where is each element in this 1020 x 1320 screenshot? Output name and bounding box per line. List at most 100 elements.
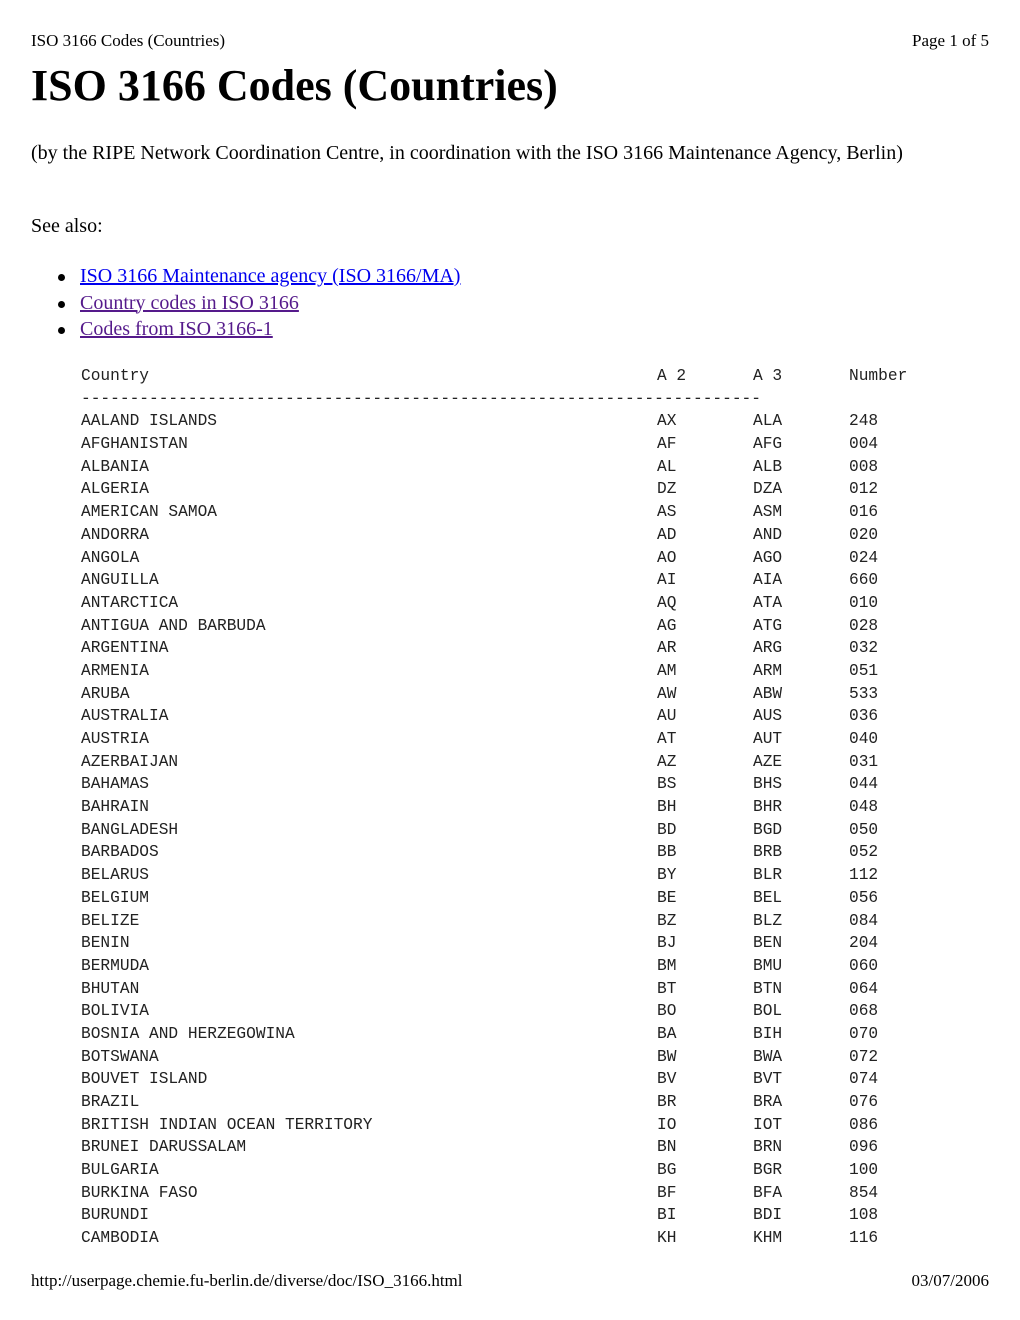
cell-a3: ALA: [753, 412, 783, 431]
cell-a3: ABW: [753, 684, 783, 703]
cell-country: ALGERIA: [81, 480, 149, 499]
cell-a3: BVT: [753, 1070, 783, 1089]
cell-a3: BRN: [753, 1138, 783, 1157]
cell-number: 050: [849, 820, 879, 839]
cell-a2: BM: [657, 956, 677, 975]
cell-a2: BE: [657, 888, 677, 907]
cell-a3: ARG: [753, 639, 783, 658]
cell-a2: BB: [657, 843, 677, 862]
table-row: BOTSWANA BW BWA 072: [81, 1046, 921, 1069]
table-row: BRUNEI DARUSSALAM BN BRN 096: [81, 1136, 921, 1159]
cell-number: 028: [849, 616, 879, 635]
table-row: AUSTRALIA AU AUS 036: [81, 705, 921, 728]
link-iso-maintenance-agency[interactable]: ISO 3166 Maintenance agency (ISO 3166/MA…: [80, 265, 460, 287]
table-row: AFGHANISTAN AF AFG 004: [81, 433, 921, 456]
cell-a2: BY: [657, 866, 677, 885]
cell-country: BRITISH INDIAN OCEAN TERRITORY: [81, 1115, 373, 1134]
cell-a2: BT: [657, 979, 677, 998]
page-title: ISO 3166 Codes (Countries): [31, 61, 558, 110]
table-row: ARUBA AW ABW 533: [81, 683, 921, 706]
cell-number: 040: [849, 730, 879, 748]
cell-number: 031: [849, 752, 879, 771]
cell-a3: BEL: [753, 888, 783, 907]
print-footer-url: http://userpage.chemie.fu-berlin.de/dive…: [31, 1271, 463, 1290]
cell-country: BOUVET ISLAND: [81, 1070, 208, 1089]
cell-number: 076: [849, 1093, 879, 1111]
cell-country: BELIZE: [81, 911, 140, 930]
cell-a2: BG: [657, 1161, 677, 1180]
table-row: AMERICAN SAMOA AS ASM 016: [81, 501, 921, 524]
cell-a2: AL: [657, 457, 677, 476]
table-row: BAHAMAS BS BHS 044: [81, 773, 921, 796]
cell-a3: AFG: [753, 435, 783, 454]
cell-country: BENIN: [81, 934, 130, 953]
cell-number: 112: [849, 866, 879, 885]
link-item: Country codes in ISO 3166: [58, 290, 460, 317]
header-number: Number: [849, 367, 908, 385]
print-header-title: ISO 3166 Codes (Countries): [31, 31, 226, 50]
cell-country: AUSTRIA: [81, 730, 149, 748]
link-item: ISO 3166 Maintenance agency (ISO 3166/MA…: [58, 263, 460, 290]
cell-number: 016: [849, 503, 879, 522]
table-row: BARBADOS BB BRB 052: [81, 841, 921, 864]
table-row: ARGENTINA AR ARG 032: [81, 637, 921, 660]
cell-country: AMERICAN SAMOA: [81, 503, 217, 522]
cell-number: 012: [849, 480, 879, 499]
cell-country: AALAND ISLANDS: [81, 412, 217, 431]
cell-country: AZERBAIJAN: [81, 752, 179, 771]
cell-a3: BOL: [753, 1002, 783, 1021]
cell-a2: IO: [657, 1115, 677, 1134]
cell-a3: AUS: [753, 707, 783, 726]
cell-a3: BGR: [753, 1161, 783, 1180]
cell-country: AFGHANISTAN: [81, 435, 188, 454]
cell-a3: BRA: [753, 1093, 783, 1111]
link-country-codes[interactable]: Country codes in ISO 3166: [80, 292, 299, 314]
cell-country: ARMENIA: [81, 661, 149, 680]
cell-country: BELGIUM: [81, 888, 149, 907]
cell-number: 060: [849, 956, 879, 975]
table-row: ANGOLA AO AGO 024: [81, 547, 921, 570]
cell-a3: BEN: [753, 934, 783, 953]
cell-a2: AT: [657, 730, 677, 748]
see-also-links: ISO 3166 Maintenance agency (ISO 3166/MA…: [58, 263, 460, 343]
cell-number: 248: [849, 412, 879, 431]
table-divider: ----------------------------------------…: [81, 389, 761, 408]
cell-a2: AF: [657, 435, 677, 454]
cell-a2: BZ: [657, 911, 677, 930]
cell-a3: BDI: [753, 1206, 783, 1225]
table-row: BANGLADESH BD BGD 050: [81, 819, 921, 842]
cell-number: 660: [849, 571, 879, 590]
cell-a3: ALB: [753, 457, 783, 476]
cell-country: BOTSWANA: [81, 1047, 159, 1066]
table-row: ARMENIA AM ARM 051: [81, 660, 921, 683]
cell-number: 100: [849, 1161, 879, 1180]
cell-a3: ATA: [753, 593, 783, 612]
cell-country: BHUTAN: [81, 979, 140, 998]
cell-number: 008: [849, 457, 879, 476]
table-row: AZERBAIJAN AZ AZE 031: [81, 751, 921, 774]
cell-number: 116: [849, 1229, 879, 1248]
country-code-table: Country A 2 A 3 Number ---------------------…: [81, 365, 921, 1250]
table-row: AALAND ISLANDS AX ALA 248: [81, 410, 921, 433]
cell-a3: BHS: [753, 775, 783, 794]
cell-a2: BD: [657, 820, 677, 839]
table-row: ANTARCTICA AQ ATA 010: [81, 592, 921, 615]
cell-a3: BMU: [753, 956, 783, 975]
cell-a2: BA: [657, 1024, 677, 1043]
cell-number: 036: [849, 707, 879, 726]
cell-a2: AI: [657, 571, 677, 590]
table-row: ANTIGUA AND BARBUDA AG ATG 028: [81, 615, 921, 638]
cell-country: ARGENTINA: [81, 639, 169, 658]
cell-a2: AZ: [657, 752, 677, 771]
cell-a2: AW: [657, 684, 677, 703]
cell-country: ANDORRA: [81, 525, 149, 544]
cell-a3: AGO: [753, 548, 783, 567]
cell-a2: KH: [657, 1229, 677, 1248]
cell-country: BURKINA FASO: [81, 1183, 198, 1202]
cell-a3: BWA: [753, 1047, 783, 1066]
link-codes-iso-3166-1[interactable]: Codes from ISO 3166-1: [80, 318, 273, 340]
table-row: AUSTRIA AT AUT 040: [81, 728, 921, 751]
cell-a3: AUT: [753, 730, 783, 748]
cell-a2: BW: [657, 1047, 677, 1066]
table-row: BENIN BJ BEN 204: [81, 932, 921, 955]
